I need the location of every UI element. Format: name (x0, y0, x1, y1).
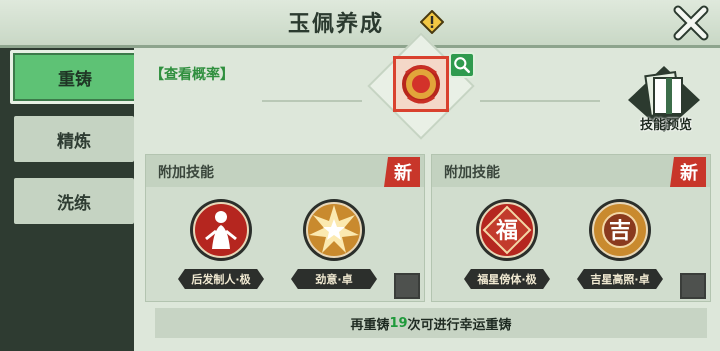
fu-character-icon: 福 (476, 199, 538, 261)
search-icon[interactable] (449, 52, 475, 78)
burst-icon (303, 199, 365, 261)
close-icon[interactable] (672, 4, 710, 42)
jade-pendant-icon (402, 65, 440, 104)
tab-wash[interactable]: 洗练 (14, 178, 134, 224)
skill-preview-label[interactable]: 技能预览 (626, 114, 706, 133)
skill-slot[interactable]: 福 福星傍体·极 (464, 197, 550, 293)
lock-checkbox[interactable] (394, 273, 420, 299)
card-title: 附加技能 (158, 165, 214, 181)
skill-name: 吉星高照·卓 (577, 269, 663, 289)
new-badge-text: 新 (680, 162, 698, 184)
ji-glyph: 吉 (609, 218, 631, 244)
hint-prefix: 再重铸 (350, 317, 390, 333)
card-title: 附加技能 (444, 165, 500, 181)
lucky-recast-hint: 再重铸 19 次可进行幸运重铸 (155, 308, 707, 338)
tab-refine[interactable]: 精炼 (14, 116, 134, 162)
lock-checkbox[interactable] (680, 273, 706, 299)
skill-name: 后发制人·极 (178, 269, 264, 289)
view-probability-link[interactable]: 【查看概率】 (150, 64, 234, 84)
page-title: 玉佩养成 (288, 11, 385, 37)
info-icon[interactable] (420, 10, 444, 34)
figure-icon (190, 199, 252, 261)
additional-skill-card: 附加技能 新 福 福星傍体·极 吉 吉星高照·卓 (431, 154, 711, 302)
hint-suffix: 次可进行幸运重铸 (407, 317, 512, 333)
recast-count: 19 (389, 315, 408, 331)
new-badge-text: 新 (394, 162, 412, 184)
skill-slot[interactable]: 吉 吉星高照·卓 (577, 197, 663, 293)
skill-slot[interactable]: 劲意·卓 (291, 197, 377, 293)
jade-pendant-slot[interactable] (393, 56, 449, 112)
header-bar: 玉佩养成 (0, 0, 720, 48)
card-header: 附加技能 新 (432, 155, 710, 187)
card-header: 附加技能 新 (146, 155, 424, 187)
new-badge-icon: 新 (384, 157, 420, 187)
skill-name: 劲意·卓 (291, 269, 377, 289)
divider (262, 100, 362, 102)
new-badge-icon: 新 (670, 157, 706, 187)
skill-slot[interactable]: 后发制人·极 (178, 197, 264, 293)
skill-name: 福星傍体·极 (464, 269, 550, 289)
fu-glyph: 福 (495, 218, 518, 244)
divider (480, 100, 600, 102)
ji-character-icon: 吉 (589, 199, 651, 261)
additional-skill-card: 附加技能 新 后发制人·极 劲意·卓 (145, 154, 425, 302)
tab-recast[interactable]: 重铸 (10, 50, 140, 104)
